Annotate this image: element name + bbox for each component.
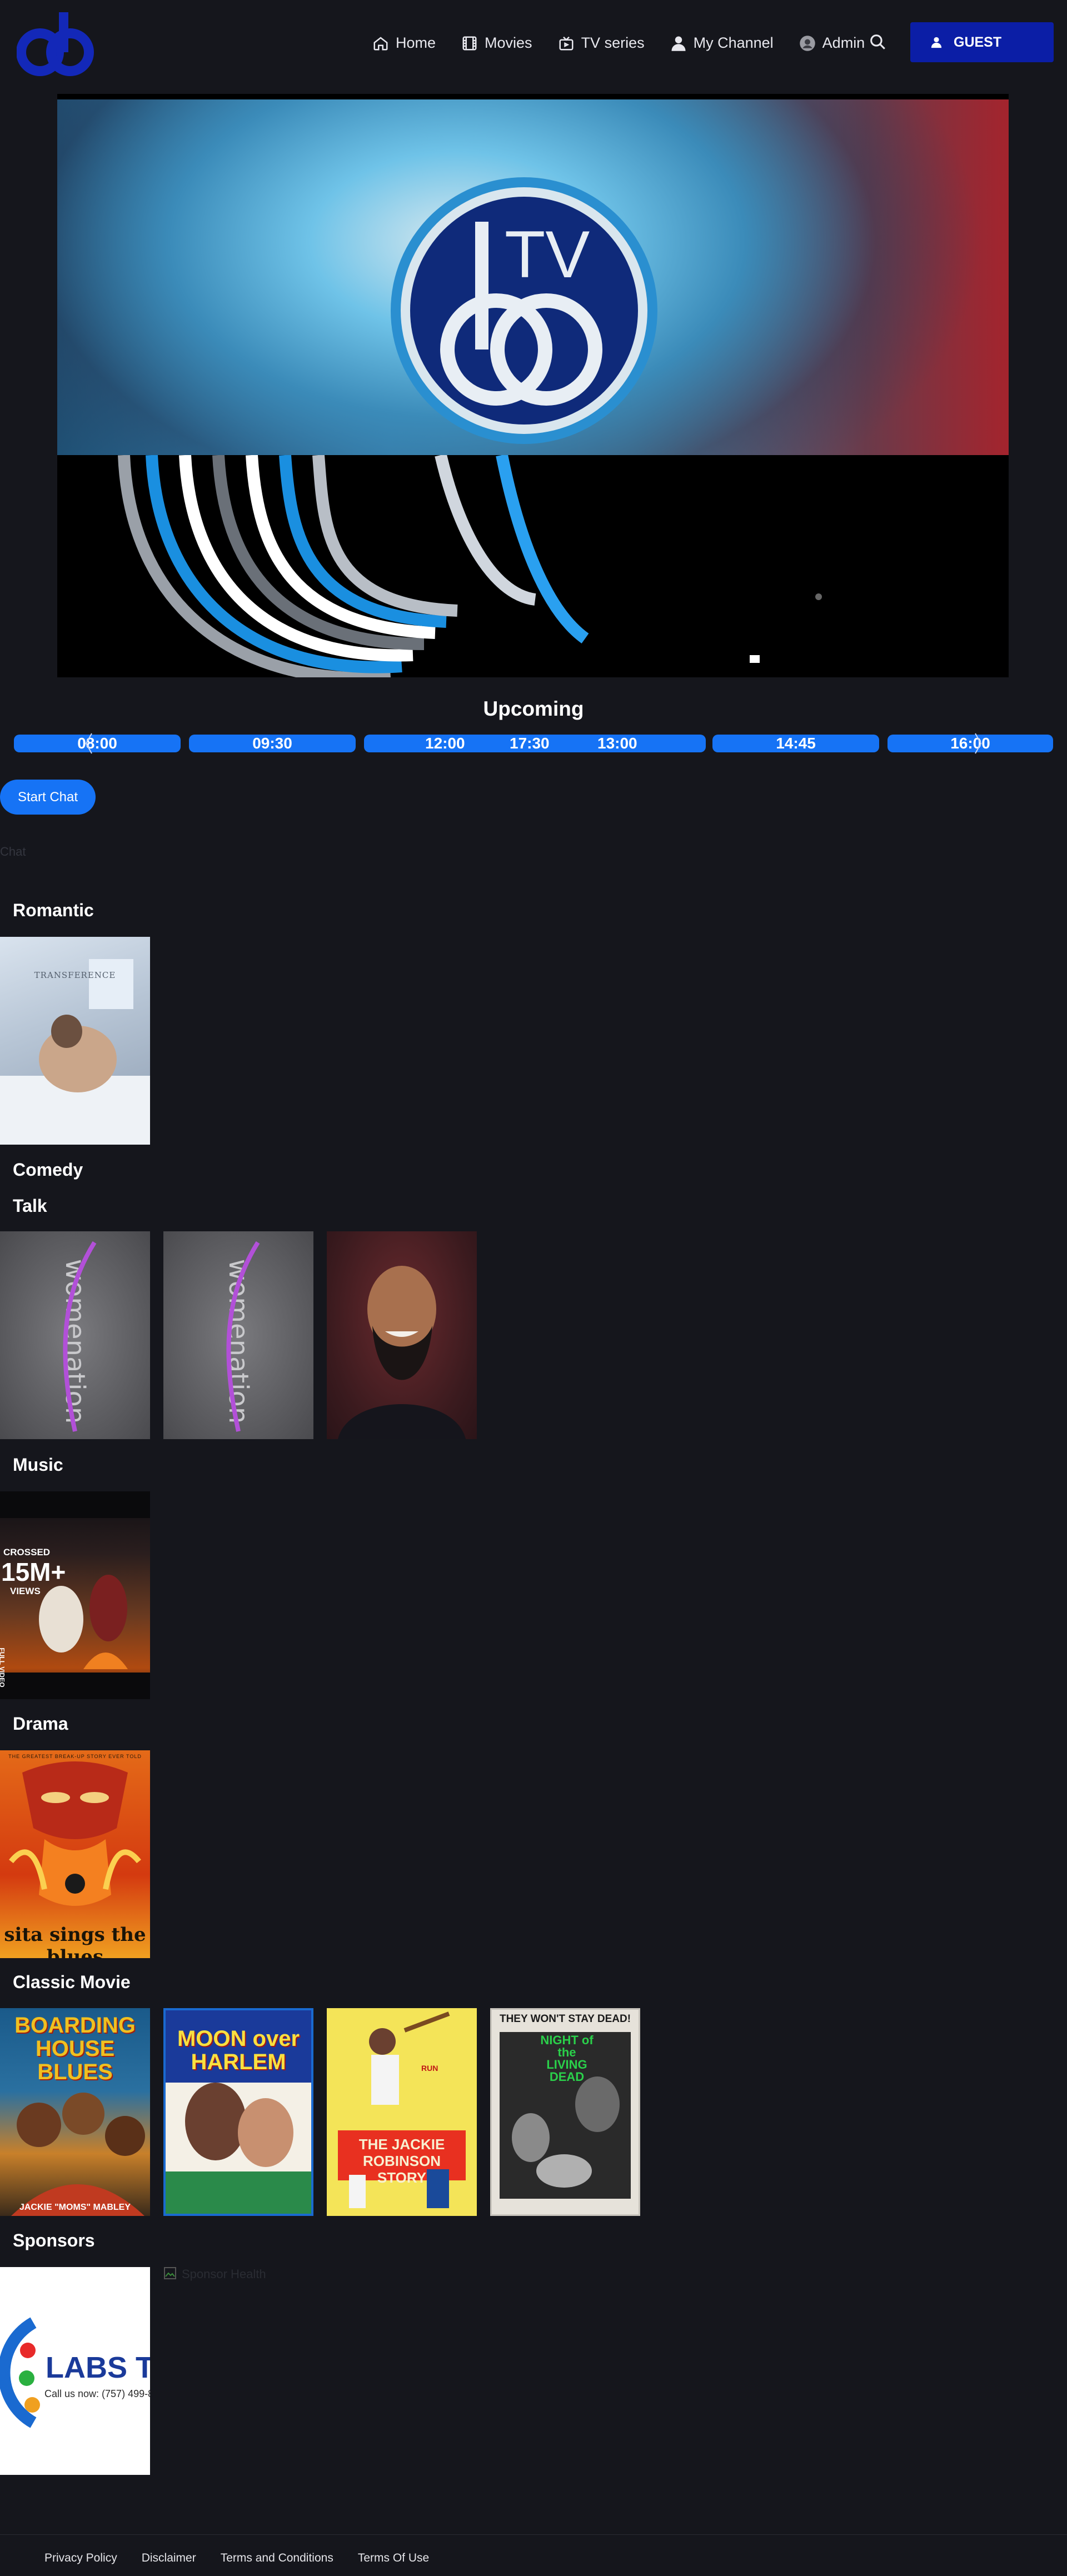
footer-link-terms-and-conditions[interactable]: Terms and Conditions [221,2552,333,2565]
hero-tv-logo: TV [391,177,657,444]
footer-link-disclaimer[interactable]: Disclaimer [142,2552,196,2565]
schedule-slot[interactable]: 12:00 [425,735,465,752]
poster-text-side: FULL VIDEO [0,1648,6,1688]
chevron-right-icon[interactable] [973,731,984,756]
schedule-slot[interactable]: 16:00 [887,735,1053,752]
nav-movies-label: Movies [485,34,532,51]
film-icon [462,36,477,50]
chat-label: Chat [0,845,26,858]
admin-avatar-icon [799,35,815,51]
guest-button[interactable]: GUEST [910,22,1054,62]
poster-title: THE JACKIE ROBINSON STORY [358,2136,445,2186]
site-logo[interactable] [17,12,94,76]
sponsor-phone: Call us now: (757) 499-8899 [44,2388,150,2399]
poster-art [338,1266,466,1439]
section-title-comedy: Comedy [13,1160,83,1180]
home-icon [373,36,388,50]
footer-links: Privacy Policy Disclaimer Terms and Cond… [44,2552,429,2565]
poster-jackie-robinson-story[interactable]: RUN THE JACKIE ROBINSON STORY [327,2008,477,2216]
hero-logo-text: TV [505,217,590,292]
poster-night-of-the-living-dead[interactable]: THEY WON'T STAY DEAD! NIGHT of the LIVIN… [490,2008,640,2216]
poster-art [63,1241,97,1432]
start-chat-button[interactable]: Start Chat [0,780,96,815]
nav-tv-series[interactable]: TV series [558,34,645,52]
poster-tagline: THE GREATEST BREAK-UP STORY EVER TOLD [8,1754,142,1759]
poster-transference[interactable]: TRANSFERENCE [0,937,150,1145]
section-title-sponsors: Sponsors [13,2230,95,2250]
poster-title: TRANSFERENCE [34,970,116,980]
hero-lower-frame [57,453,1009,677]
poster-talk-2[interactable]: womenation [163,1231,313,1439]
schedule-slot[interactable]: 14:45 [712,735,879,752]
poster-boarding-house-blues[interactable]: BOARDING HOUSE BLUES JACKIE "MOMS" MABLE… [0,2008,150,2216]
footer-link-privacy-policy[interactable]: Privacy Policy [44,2552,117,2565]
nav-admin-label: Admin [822,34,865,51]
poster-talk-1[interactable]: womenation [0,1231,150,1439]
poster-art [0,959,150,1145]
nav-admin[interactable]: Admin [799,34,865,52]
poster-credit: JACKIE "MOMS" MABLEY [19,2203,131,2212]
hero-video-player[interactable]: TV [57,94,1009,677]
section-title-music: Music [13,1455,63,1475]
footer-link-terms-of-use[interactable]: Terms Of Use [358,2552,429,2565]
schedule-slot-group: 12:00 17:30 13:00 [364,735,706,752]
sponsor-broken-image[interactable]: Sponsor Health [164,2267,266,2282]
nav-tv-series-label: TV series [581,34,645,51]
schedule-slot[interactable]: 17:30 [510,735,550,752]
sponsor-labs-to-go[interactable]: LABS TO GO Call us now: (757) 499-8899 [0,2267,150,2475]
upcoming-title: Upcoming [483,697,584,720]
hero-ring-graphic [118,453,822,677]
poster-text-top: CROSSED [3,1547,51,1557]
section-title-drama: Drama [13,1714,68,1734]
main-nav: Home Movies TV series My Channel Admin [372,31,890,56]
sponsor-title: LABS TO GO [46,2351,150,2384]
poster-text-big: 15M+ [1,1557,66,1586]
schedule-slot[interactable]: 08:00 [14,735,181,752]
nav-movies[interactable]: Movies [461,34,532,52]
upcoming-schedule: 08:00 09:30 12:00 17:30 13:00 14:45 16:0… [14,735,1053,752]
user-icon [671,36,686,51]
schedule-slot[interactable]: 13:00 [597,735,637,752]
header: Home Movies TV series My Channel Admin G… [0,0,1067,89]
nav-home-label: Home [396,34,436,51]
footer: Privacy Policy Disclaimer Terms and Cond… [0,2534,1067,2576]
nav-my-channel[interactable]: My Channel [670,34,774,52]
schedule-slot[interactable]: 09:30 [189,735,356,752]
nav-my-channel-label: My Channel [693,34,774,51]
poster-title: BOARDING HOUSE BLUES [14,2013,136,2084]
poster-talk-3[interactable] [327,1231,477,1439]
section-title-classic-movie: Classic Movie [13,1972,131,1992]
poster-music[interactable]: CROSSED 15M+ VIEWS FULL VIDEO [0,1491,150,1699]
broken-image-icon [164,2267,176,2279]
tv-icon [559,36,574,50]
poster-title: MOON over HARLEM [177,2026,300,2074]
poster-text-bottom: VIEWS [10,1586,41,1596]
guest-label: GUEST [954,34,1002,50]
poster-art [226,1241,260,1432]
section-title-romantic: Romantic [13,900,94,920]
poster-title: NIGHT of the LIVING DEAD [540,2033,594,2084]
poster-tagline: THEY WON'T STAY DEAD! [499,2013,631,2025]
poster-title: sita sings the blues [4,1924,146,1958]
poster-moon-over-harlem[interactable]: MOON over HARLEM [163,2008,313,2216]
section-title-talk: Talk [13,1196,47,1216]
poster-drama[interactable]: THE GREATEST BREAK-UP STORY EVER TOLD si… [0,1750,150,1958]
search-icon[interactable] [868,32,887,51]
sponsor-alt-text: Sponsor Health [182,2267,266,2281]
poster-text-run: RUN [421,2064,438,2073]
user-icon [931,37,942,48]
nav-home[interactable]: Home [372,34,436,52]
chevron-left-icon[interactable] [83,731,94,756]
